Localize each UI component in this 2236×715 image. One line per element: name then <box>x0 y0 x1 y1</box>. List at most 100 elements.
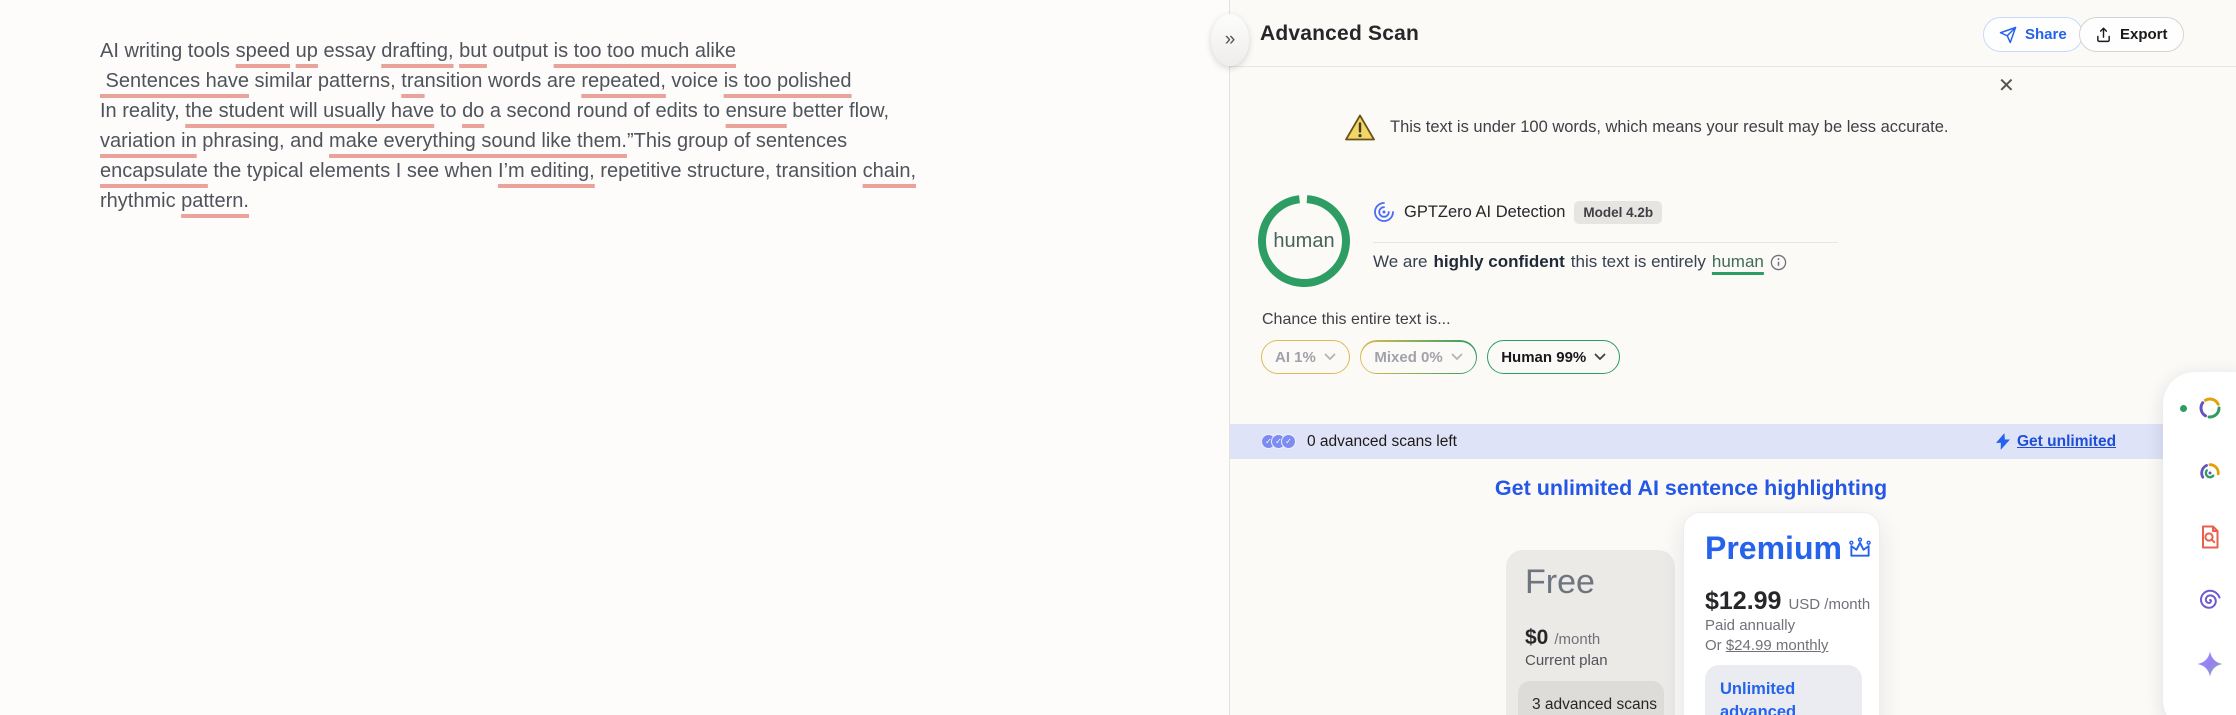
pill-ai[interactable]: AI 1% <box>1261 340 1350 374</box>
text-line: Sentences have similar patterns, transit… <box>100 66 960 96</box>
upsell-heading: Get unlimited AI sentence highlighting <box>1494 476 1888 500</box>
text-line: rhythmic pattern. <box>100 186 960 216</box>
premium-feature: Unlimited advanced scans <box>1720 680 1797 715</box>
flagged-text-segment: the student will usually have <box>185 100 435 122</box>
free-plan-period: /month <box>1554 631 1601 648</box>
export-icon <box>2097 27 2110 42</box>
panel-header: Advanced Scan Share Export <box>1230 0 2236 67</box>
flagged-text-segment: I’m editing, <box>498 160 595 182</box>
flagged-text-segment: tra <box>401 70 425 92</box>
detector-name: GPTZero AI Detection <box>1404 202 1566 221</box>
verdict-sentence: We are highly confident this text is ent… <box>1373 252 1787 272</box>
text-line: encapsulate the typical elements I see w… <box>100 156 960 186</box>
detector-row: GPTZero AI Detection Model 4.2b <box>1373 198 1663 226</box>
pill-human[interactable]: Human 99% <box>1487 340 1621 374</box>
panel-title: Advanced Scan <box>1260 22 1419 45</box>
premium-plan-name: Premium <box>1705 530 1842 566</box>
info-icon[interactable] <box>1770 254 1787 271</box>
flagged-text-segment: drafting, <box>381 40 454 62</box>
text-segment: In reality, <box>100 100 186 122</box>
text-segment: essay <box>317 40 382 62</box>
free-plan-price: $0 <box>1525 626 1549 649</box>
share-button[interactable]: Share <box>1983 17 2083 52</box>
humanizer-spiral-icon[interactable] <box>2197 588 2223 614</box>
close-results-button[interactable]: ✕ <box>1998 76 2015 96</box>
document-area[interactable]: AI writing tools speed up essay drafting… <box>0 0 1229 715</box>
premium-feature-box: Unlimited advanced scans <box>1705 665 1862 715</box>
text-segment: voice <box>665 70 724 92</box>
get-unlimited-link[interactable]: Get unlimited <box>2017 433 2116 451</box>
flagged-text-segment: ensure <box>725 100 787 122</box>
advanced-scan-panel: Advanced Scan Share Export » ✕ This text… <box>1211 0 2236 715</box>
chance-label: Chance this entire text is... <box>1262 311 1451 328</box>
pill-human-label: Human 99% <box>1501 348 1587 366</box>
word-count-warning: This text is under 100 words, which mean… <box>1344 113 1949 142</box>
verdict-mid: this text is entirely <box>1570 252 1706 271</box>
tool-rail <box>2163 372 2236 715</box>
plagiarism-report-icon[interactable] <box>2197 524 2223 550</box>
flagged-text-segment: chain, <box>862 160 917 182</box>
monthly-price-link[interactable]: $24.99 monthly <box>1726 637 1829 654</box>
export-label: Export <box>2120 26 2168 43</box>
export-button[interactable]: Export <box>2079 17 2184 52</box>
text-line: In reality, the student will usually hav… <box>100 96 960 126</box>
flagged-text-segment: Sentences have <box>100 70 249 92</box>
text-line: variation in phrasing, and make everythi… <box>100 126 960 156</box>
text-segment: rhythmic <box>100 190 182 212</box>
flagged-text-segment: pattern. <box>181 190 249 212</box>
gauge-label: human <box>1273 229 1335 252</box>
flagged-text-segment: variation in <box>100 130 197 152</box>
flagged-text-segment: is too too much alike <box>553 40 736 62</box>
model-version-badge: Model 4.2b <box>1574 200 1663 224</box>
verdict-confidence: highly confident <box>1433 252 1565 271</box>
pill-mixed-label: Mixed 0% <box>1374 348 1443 366</box>
scans-left-banner: ✓ ✓ ✓ 0 advanced scans left Get unlimited <box>1230 424 2236 459</box>
document-text[interactable]: AI writing tools speed up essay drafting… <box>100 36 960 216</box>
share-label: Share <box>2025 26 2067 43</box>
free-plan-name: Free <box>1525 563 1595 601</box>
collapse-panel-button[interactable]: » <box>1211 14 1249 66</box>
flagged-text-segment: but <box>459 40 487 62</box>
text-segment: nsition words are <box>424 70 582 92</box>
premium-alt-price: Or $24.99 monthly <box>1705 637 1829 654</box>
probability-pills: AI 1% Mixed 0% Human 99% <box>1261 340 1621 374</box>
text-segment: repetitive structure, transition <box>594 160 863 182</box>
text-segment: output <box>486 40 554 62</box>
premium-billing-note: Paid annually <box>1705 617 1796 634</box>
flagged-text-segment: do <box>462 100 485 122</box>
lightning-icon <box>1996 433 2010 450</box>
human-score-gauge: human <box>1256 193 1352 289</box>
ai-assistant-star-icon[interactable] <box>2196 650 2224 678</box>
text-segment: similar patterns, <box>249 70 402 92</box>
scan-progress-icon[interactable] <box>2197 395 2223 421</box>
gptzero-logo-icon <box>1374 202 1394 222</box>
text-segment: AI writing tools <box>100 40 236 62</box>
crown-icon <box>1849 537 1871 557</box>
text-segment: a second round of edits to <box>484 100 726 122</box>
warning-icon <box>1345 114 1375 141</box>
premium-plan-price: $12.99 <box>1705 587 1782 615</box>
flagged-text-segment: make everything sound like them. <box>329 130 627 152</box>
active-dot <box>2180 405 2187 412</box>
chevron-down-icon <box>1451 353 1463 361</box>
ai-detector-tool-selected[interactable] <box>2184 447 2236 499</box>
divider <box>1373 242 1838 243</box>
free-plan-feature: 3 advanced scans <box>1518 681 1664 715</box>
text-segment: phrasing, and <box>196 130 330 152</box>
current-plan-label: Current plan <box>1525 652 1608 669</box>
text-segment: better flow, <box>786 100 890 122</box>
scan-credits-icon: ✓ ✓ ✓ <box>1261 434 1296 449</box>
verdict-class: human <box>1711 252 1764 271</box>
warning-text: This text is under 100 words, which mean… <box>1390 118 1949 136</box>
text-line: AI writing tools speed up essay drafting… <box>100 36 960 66</box>
chevron-down-icon <box>1594 353 1606 361</box>
text-segment: ”This group of sentences <box>626 130 848 152</box>
premium-plan-card: Premium $12.99 USD /month Paid annually … <box>1683 512 1880 715</box>
pill-mixed[interactable]: Mixed 0% <box>1359 340 1478 374</box>
pill-ai-label: AI 1% <box>1275 348 1316 366</box>
verdict-pre: We are <box>1373 252 1428 271</box>
flagged-text-segment: is too polished <box>723 70 852 92</box>
flagged-text-segment: up <box>295 40 318 62</box>
flagged-text-segment: encapsulate <box>100 160 208 182</box>
text-segment: to <box>434 100 463 122</box>
